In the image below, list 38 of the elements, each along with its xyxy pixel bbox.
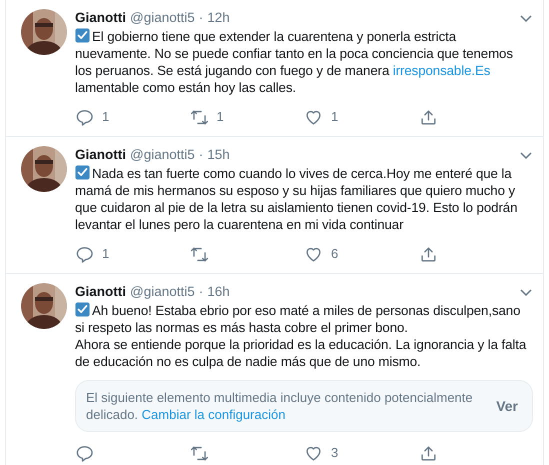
retweet-icon[interactable] <box>190 444 208 462</box>
user-name[interactable]: Gianotti <box>75 9 126 27</box>
separator-dot: · <box>198 283 204 301</box>
action-count: 1 <box>216 108 224 126</box>
text-link[interactable]: irresponsable.Es <box>392 63 490 78</box>
separator-dot: · <box>198 146 204 164</box>
settings-link[interactable]: Cambiar la configuración <box>142 407 286 422</box>
tweet-text: Ah bueno! Estaba ebrio por eso maté a miles de personas disculpen,sano si respeto las normas es más hasta cobre el primer bono. <box>75 302 522 336</box>
retweet-icon[interactable] <box>190 244 208 264</box>
separator-dot: · <box>198 9 204 27</box>
reply-icon[interactable] <box>75 244 94 264</box>
tweet-text: Nada es tan fuerte como cuando lo vives de cerca.Hoy me enteré que la mamá de mis hermanos su esposo y su hijas familiares que quiero mucho y que cuidaron al pie de la letra su aislamiento tienen covid-19. Esto lo podrán levantar el lunes pero la cuarentena en mi vida continuar <box>75 165 518 233</box>
share-icon[interactable] <box>418 108 438 126</box>
tweet-text: Ahora se entiende porque la prioridad es la educación. La ignorancia y la falta de educación no es culpa de nadie más que de uno mismo. <box>75 336 528 370</box>
check-box-icon <box>75 302 90 317</box>
user-handle[interactable]: @gianotti5 <box>130 9 195 27</box>
share-icon[interactable] <box>418 244 438 264</box>
tweet-time[interactable]: 12h <box>207 9 230 27</box>
user-name[interactable]: Gianotti <box>75 146 126 164</box>
action-count: 1 <box>102 108 110 126</box>
user-name[interactable]: Gianotti <box>75 283 126 301</box>
tweet-time[interactable]: 15h <box>207 146 230 164</box>
tweet-time[interactable]: 16h <box>207 283 230 301</box>
check-box-icon <box>75 165 90 180</box>
action-count: 1 <box>102 245 110 264</box>
user-handle[interactable]: @gianotti5 <box>130 146 195 164</box>
view-button[interactable]: Ver <box>496 396 518 416</box>
notice-text: El siguiente elemento multimedia incluye contenido potencialmente delicado. Cambiar la configuración <box>86 389 474 423</box>
action-count: 3 <box>331 444 338 462</box>
check-box-icon <box>75 28 90 43</box>
reply-icon[interactable] <box>75 444 94 462</box>
share-icon[interactable] <box>418 444 438 462</box>
tweet-text: El gobierno tiene que extender la cuarentena y ponerla estricta nuevamente. No se puede confiar tanto en la poca conciencia que tenemos los peruanos. Se está jugando con fuego y de manera irresponsable.Es lamentable como están hoy las calles. <box>75 28 514 96</box>
retweet-icon[interactable] <box>190 108 208 126</box>
user-handle[interactable]: @gianotti5 <box>130 283 195 301</box>
action-count: 1 <box>331 108 338 126</box>
reply-icon[interactable] <box>75 108 94 126</box>
action-count: 6 <box>331 245 338 264</box>
